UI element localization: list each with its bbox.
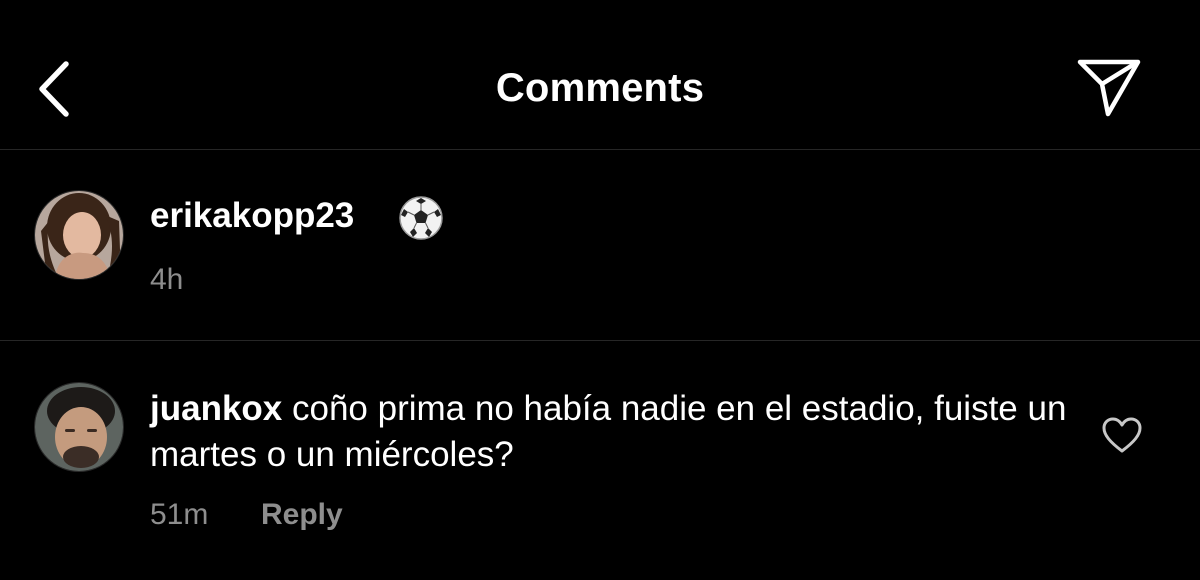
comment-body: juankox coño prima no había nadie en el … (150, 386, 1070, 478)
avatar[interactable] (34, 190, 124, 280)
caption-username[interactable]: erikakopp23 (150, 195, 354, 237)
avatar[interactable] (34, 382, 124, 472)
paper-plane-icon (1077, 59, 1141, 117)
share-button[interactable] (1070, 54, 1146, 120)
page-title: Comments (495, 66, 705, 110)
comment-username[interactable]: juankox (150, 389, 282, 428)
reply-button[interactable]: Reply (261, 497, 343, 533)
caption-row: erikakopp23 4h (0, 150, 1200, 341)
comment-timestamp: 51m (150, 498, 209, 531)
comment-row: juankox coño prima no había nadie en el … (0, 342, 1200, 580)
like-button[interactable] (1100, 416, 1144, 456)
heart-outline-icon (1102, 417, 1142, 453)
caption-timestamp: 4h (150, 263, 184, 296)
soccer-ball-icon (399, 196, 443, 240)
comment-text: coño prima no había nadie en el estadio,… (150, 389, 1067, 474)
header-bar: Comments (0, 0, 1200, 150)
